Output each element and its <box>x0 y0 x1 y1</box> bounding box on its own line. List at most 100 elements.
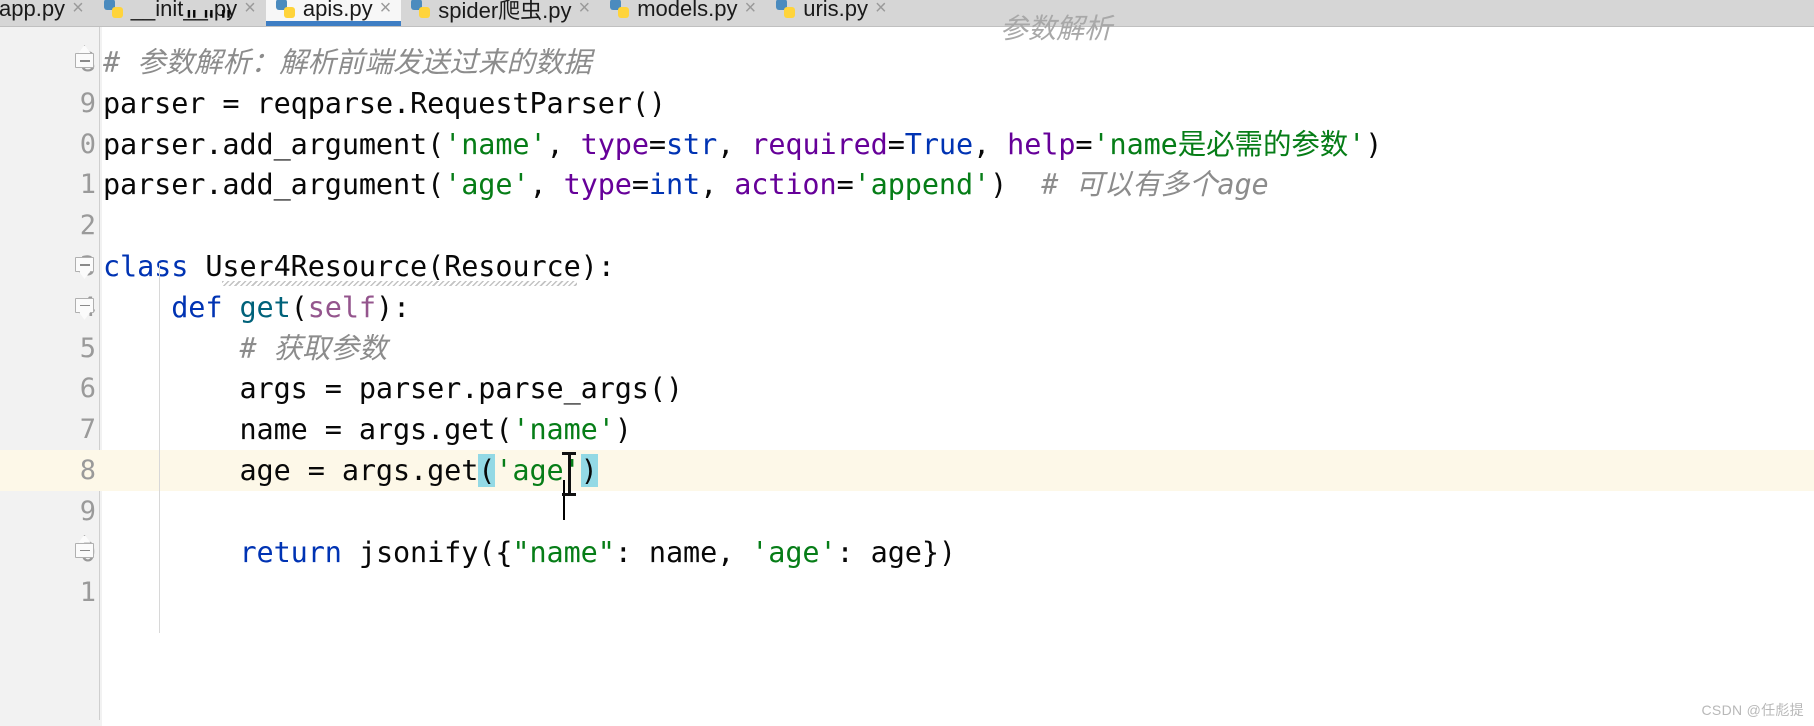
python-file-icon <box>776 0 796 19</box>
code-token: , <box>700 168 735 202</box>
fold-marker-icon[interactable] <box>75 297 95 320</box>
code-line-text[interactable]: age = args.get('age') <box>103 450 598 491</box>
code-line-text[interactable]: args = parser.parse_args() <box>103 368 683 409</box>
line-number: 1 <box>79 577 96 609</box>
close-icon[interactable]: × <box>244 0 256 20</box>
code-token: : age}) <box>836 535 957 569</box>
code-token: return <box>239 535 342 569</box>
line-number: 9 <box>79 495 96 527</box>
code-line[interactable]: 1 parser.add_argument('age', type=int, ac… <box>0 164 1814 205</box>
line-number: 8 <box>79 455 96 486</box>
code-token: # 获取参数 <box>103 331 388 365</box>
code-token: "name" <box>512 535 615 569</box>
close-icon[interactable]: × <box>745 0 757 20</box>
code-token: self <box>307 290 376 324</box>
code-token: action <box>734 168 837 202</box>
ghost-partial-line: """ <box>183 5 235 38</box>
line-number: 6 <box>79 373 96 405</box>
code-token: True <box>904 127 974 161</box>
fold-marker-icon[interactable] <box>75 257 95 279</box>
editor-tab---init---py[interactable]: __init__.py × <box>94 0 266 26</box>
code-line-text[interactable]: parser.add_argument('name', type=str, re… <box>103 124 1382 165</box>
line-number: 0 <box>79 128 96 160</box>
code-token: ): <box>375 290 411 324</box>
code-line[interactable]: 4 def get(self): <box>0 287 1814 328</box>
editor-tab-bar[interactable]: app.py × __init__.py × apis.py × spider爬虫.py × m… <box>0 0 1814 27</box>
code-token: type <box>563 168 632 202</box>
line-number: 0 <box>0 532 96 573</box>
code-line-text[interactable]: # 获取参数 <box>103 328 387 369</box>
line-number: 4 <box>0 287 96 328</box>
code-line[interactable]: 7 name = args.get('name') <box>0 409 1814 450</box>
code-line-text[interactable]: # 参数解析：解析前端发送过来的数据 <box>103 42 592 83</box>
code-token: 'name' <box>444 127 547 161</box>
code-line[interactable]: 8# 参数解析：解析前端发送过来的数据 <box>0 42 1814 83</box>
code-line[interactable]: 2 <box>0 205 1814 246</box>
inspection-squiggle-class-name <box>222 281 577 286</box>
python-file-icon <box>411 0 431 19</box>
close-icon[interactable]: × <box>579 0 591 20</box>
code-token: ) <box>1365 127 1383 161</box>
code-token: get <box>239 290 291 324</box>
code-token: = <box>631 168 649 202</box>
code-line-text[interactable]: return jsonify({"name": name, 'age': age… <box>103 532 956 573</box>
code-line-current[interactable]: 8 age = args.get('age') <box>0 450 1814 491</box>
close-icon[interactable]: × <box>380 0 392 20</box>
code-line-text[interactable]: parser = reqparse.RequestParser() <box>103 83 666 124</box>
code-token: = <box>887 127 905 161</box>
code-token: = <box>1075 127 1093 161</box>
code-token: 'age' <box>751 535 837 569</box>
code-token: = <box>222 86 240 120</box>
code-line[interactable]: 0 parser.add_argument('name', type=str, r… <box>0 124 1814 165</box>
line-number: 9 <box>79 87 96 119</box>
code-token: 'append' <box>853 168 991 202</box>
code-line[interactable]: 1 <box>0 572 1814 613</box>
code-token: ) <box>990 168 1008 202</box>
code-token: , <box>973 127 1008 161</box>
code-token: ( <box>427 250 445 283</box>
editor-tab-apis-py[interactable]: apis.py × <box>265 0 402 26</box>
close-icon[interactable]: × <box>72 0 84 20</box>
editor-tab-app-py[interactable]: app.py × <box>0 0 94 26</box>
code-token: reqparse.RequestParser() <box>239 86 667 120</box>
code-token: type <box>580 127 649 161</box>
mouse-ibeam-cursor <box>562 452 576 496</box>
code-line[interactable]: 5 # 获取参数 <box>0 328 1814 369</box>
code-line-text[interactable]: def get(self): <box>103 287 410 328</box>
code-token: ) <box>614 413 632 447</box>
pycharm-editor-window: app.py × __init__.py × apis.py × spider爬虫.py × m… <box>0 0 1814 726</box>
python-file-icon <box>275 0 296 19</box>
code-line-text[interactable]: parser.add_argument('age', type=int, act… <box>103 164 1269 205</box>
editor-tab-label: uris.py <box>803 0 868 21</box>
close-icon[interactable]: × <box>875 0 887 20</box>
matched-bracket: ) <box>580 454 598 487</box>
fold-marker-icon[interactable] <box>75 534 95 563</box>
line-number: 5 <box>79 332 96 364</box>
editor-tab-label: models.py <box>637 0 738 21</box>
code-line[interactable]: 6 args = parser.parse_args() <box>0 368 1814 409</box>
fold-marker-icon[interactable] <box>75 45 95 73</box>
editor-tab-models-py[interactable]: models.py × <box>600 0 766 26</box>
watermark-text: CSDN @任彪提 <box>1701 702 1804 718</box>
line-number: 3 <box>0 246 96 287</box>
python-file-icon <box>610 0 630 19</box>
code-token: # 可以有多个age <box>1007 168 1269 202</box>
code-token: 'name' <box>512 413 615 447</box>
code-token: parser.add_argument( <box>103 168 445 202</box>
code-editor[interactable]: """ 参数解析 8# 参数解析：解析前端发送过来的数据9parser = re… <box>0 5 1814 726</box>
code-token: = <box>648 127 666 161</box>
line-number: 1 <box>79 169 96 201</box>
code-token: , <box>529 168 564 202</box>
code-token: , <box>717 127 752 161</box>
code-line[interactable]: 0 return jsonify({"name": name, 'age': a… <box>0 532 1814 573</box>
editor-tab-spider---py[interactable]: spider爬虫.py × <box>401 0 600 26</box>
code-line[interactable]: 9 parser = reqparse.RequestParser() <box>0 83 1814 124</box>
code-line-text[interactable]: name = args.get('name') <box>103 409 632 450</box>
code-token: 'name是必需的参数' <box>1092 127 1366 161</box>
code-token: , <box>546 127 581 161</box>
line-number: 2 <box>79 210 96 242</box>
editor-tab-uris-py[interactable]: uris.py × <box>766 0 896 26</box>
code-line[interactable]: 9 <box>0 491 1814 532</box>
code-token: jsonify({ <box>341 535 513 569</box>
